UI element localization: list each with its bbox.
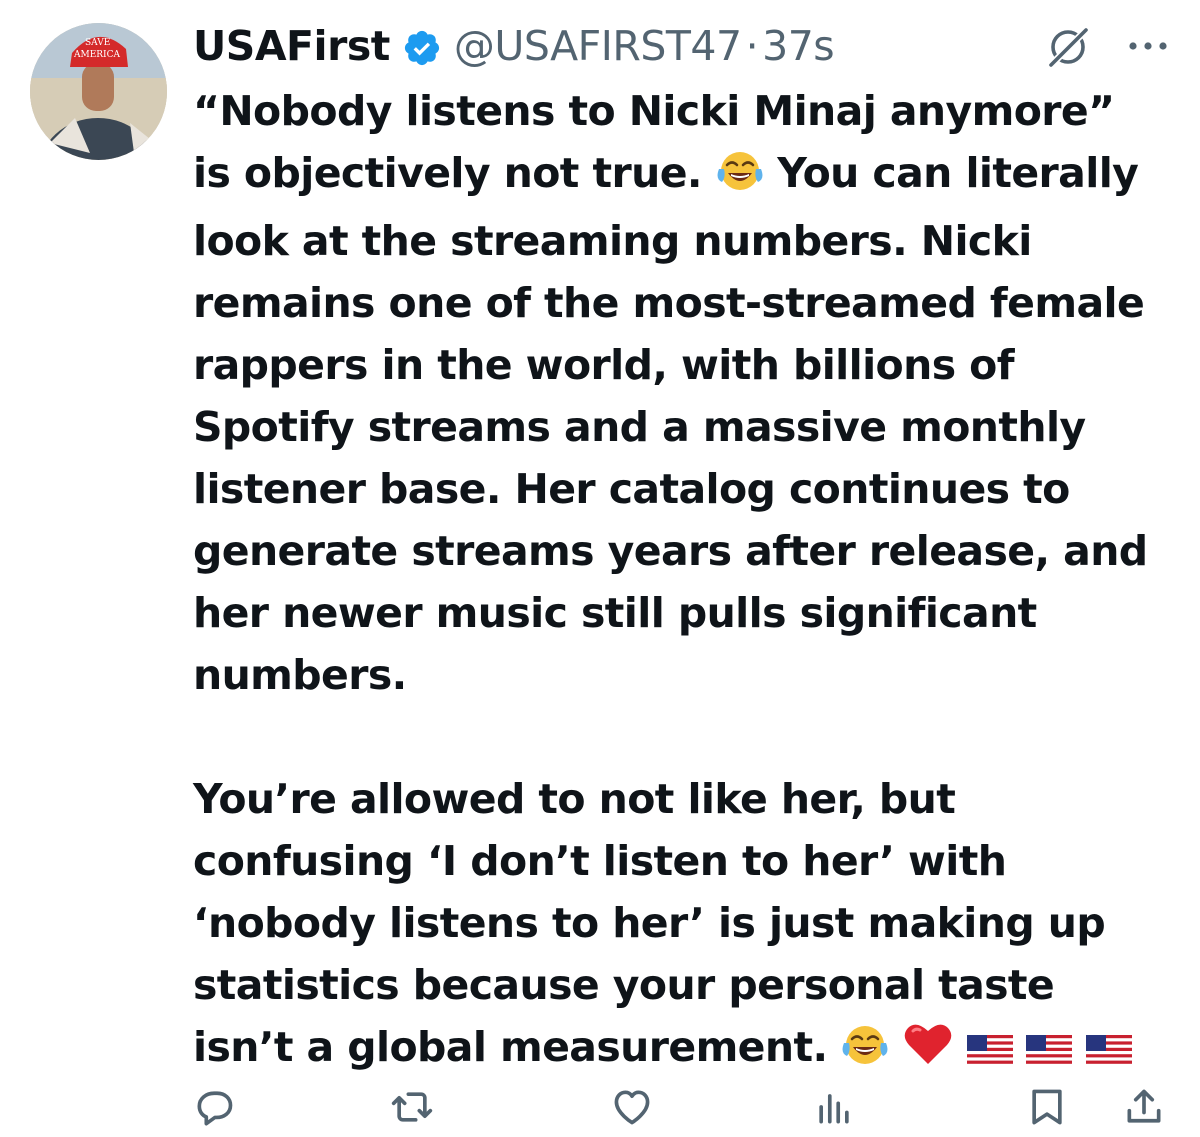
tweet-line: statistics because your personal taste <box>193 961 1055 1009</box>
us-flag-icon <box>1026 1022 1073 1084</box>
tweet-line: You can literally <box>777 149 1139 197</box>
timestamp[interactable]: 37s <box>762 18 835 74</box>
tweet-header: USAFirst @USAFIRST47 · 37s <box>193 18 835 74</box>
us-flag-icon <box>966 1022 1013 1084</box>
reply-icon[interactable] <box>192 1085 236 1129</box>
tweet-line: her newer music still pulls significant <box>193 589 1037 637</box>
face-with-tears-of-joy-icon <box>716 148 764 210</box>
tweet-line: remains one of the most-streamed female <box>193 279 1145 327</box>
like-icon[interactable] <box>610 1085 654 1129</box>
red-heart-icon <box>903 1021 953 1084</box>
retweet-icon[interactable] <box>390 1085 434 1129</box>
handle[interactable]: @USAFIRST47 <box>454 18 742 74</box>
display-name[interactable]: USAFirst <box>193 18 390 74</box>
tweet-line: “Nobody listens to Nicki Minaj anymore” <box>193 87 1115 135</box>
avatar-hat-text: SAVE <box>85 38 110 48</box>
bookmark-icon[interactable] <box>1025 1085 1069 1129</box>
more-icon[interactable] <box>1126 36 1170 56</box>
grok-icon[interactable] <box>1045 24 1091 70</box>
face-with-tears-of-joy-icon <box>841 1022 889 1084</box>
tweet-line: isn’t a global measurement. <box>193 1023 828 1071</box>
avatar[interactable]: SAVE AMERICA <box>30 23 167 160</box>
verified-badge-icon[interactable] <box>402 26 442 66</box>
tweet-line: look at the streaming numbers. Nicki <box>193 217 1032 265</box>
tweet-line: listener base. Her catalog continues to <box>193 465 1070 513</box>
tweet-line: ‘nobody listens to her’ is just making u… <box>193 899 1106 947</box>
tweet-actions <box>0 1085 1200 1137</box>
share-icon[interactable] <box>1122 1085 1166 1129</box>
tweet-line: is objectively not true. <box>193 149 702 197</box>
tweet-line: numbers. <box>193 651 407 699</box>
tweet-line: Spotify streams and a massive monthly <box>193 403 1086 451</box>
us-flag-icon <box>1085 1022 1132 1084</box>
tweet-line: rappers in the world, with billions of <box>193 341 1015 389</box>
separator: · <box>745 22 759 70</box>
svg-text:AMERICA: AMERICA <box>73 50 121 60</box>
tweet-line: You’re allowed to not like her, but <box>193 775 956 823</box>
views-icon[interactable] <box>812 1085 856 1129</box>
tweet-line: confusing ‘I don’t listen to her’ with <box>193 837 1007 885</box>
tweet-line: generate streams years after release, an… <box>193 527 1148 575</box>
tweet-text: “Nobody listens to Nicki Minaj anymore” … <box>193 80 1183 1084</box>
